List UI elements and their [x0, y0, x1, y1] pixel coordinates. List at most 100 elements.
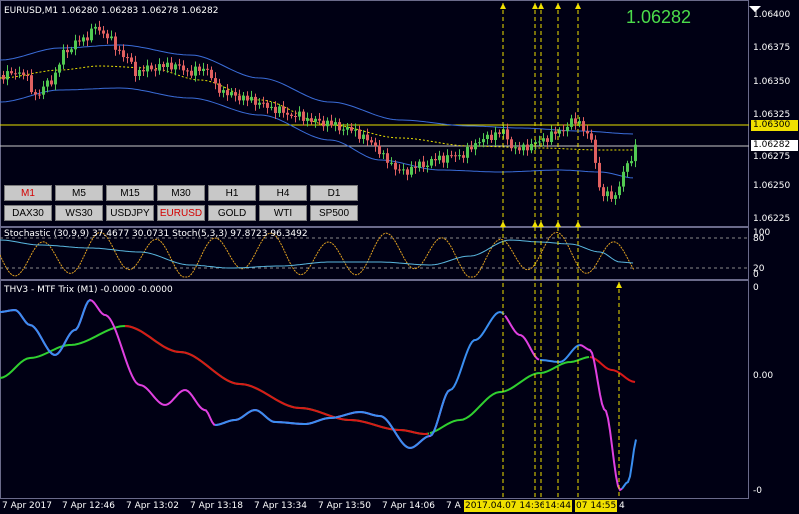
candle-body — [102, 30, 105, 34]
event-marker-arrow — [500, 221, 506, 227]
candle-body — [14, 73, 17, 75]
candle-body — [218, 83, 221, 93]
event-marker-arrow — [575, 221, 581, 227]
candle-body — [186, 70, 189, 72]
candle-body — [338, 122, 341, 131]
candle-body — [70, 49, 73, 53]
timeframe-button-h4[interactable]: H4 — [259, 185, 307, 201]
timeframe-button-h1[interactable]: H1 — [208, 185, 256, 201]
candle-body — [150, 65, 153, 70]
stoch-slow-line — [0, 239, 634, 269]
candle-body — [326, 120, 329, 127]
candle-body — [34, 92, 37, 95]
candle-body — [430, 159, 433, 166]
candle-body — [530, 144, 533, 151]
candle-body — [414, 166, 417, 168]
candle-body — [354, 129, 357, 131]
candle-body — [98, 26, 101, 31]
candle-body — [418, 161, 421, 168]
candle-body — [394, 162, 397, 170]
candle-body — [550, 131, 553, 142]
time-highlight: 14:44 — [544, 500, 572, 512]
candle-body — [146, 65, 149, 72]
candle-body — [506, 129, 509, 140]
candle-body — [46, 80, 49, 87]
candle-body — [370, 140, 373, 143]
candle-body — [586, 131, 589, 134]
trix-header: THV3 - MTF Trix (M1) -0.0000 -0.0000 — [4, 285, 173, 295]
candle-body — [498, 132, 501, 134]
timeframe-button-m5[interactable]: M5 — [55, 185, 103, 201]
candle-body — [230, 92, 233, 96]
candle-body — [6, 71, 9, 80]
candle-body — [474, 143, 477, 150]
time-tick: 7 Apr 12:46 — [62, 501, 115, 511]
candle-body — [2, 75, 5, 80]
candle-body — [210, 69, 213, 79]
candle-body — [566, 126, 569, 132]
symbol-button-gold[interactable]: GOLD — [208, 205, 256, 221]
candle-body — [278, 106, 281, 114]
candle-body — [270, 106, 273, 108]
symbol-button-eurusd[interactable]: EURUSD — [157, 205, 205, 221]
candle-body — [202, 68, 205, 71]
candle-body — [426, 165, 429, 167]
candle-body — [602, 187, 605, 197]
candle-body — [334, 122, 337, 126]
symbol-button-dax30[interactable]: DAX30 — [4, 205, 52, 221]
candle-body — [294, 116, 297, 117]
time-tick: 7 Apr 13:34 — [254, 501, 307, 511]
candle-body — [86, 37, 89, 41]
candle-body — [82, 37, 85, 42]
trix-fast-up-segment — [621, 439, 637, 490]
candle-body — [234, 92, 237, 96]
candle-body — [486, 134, 489, 139]
event-marker-arrow — [532, 3, 538, 9]
timeframe-button-m15[interactable]: M15 — [106, 185, 154, 201]
symbol-button-sp500[interactable]: SP500 — [310, 205, 358, 221]
candle-body — [10, 71, 13, 74]
candle-body — [358, 129, 361, 139]
candle-body — [478, 142, 481, 144]
candle-body — [306, 118, 309, 121]
candle-body — [110, 36, 113, 39]
candle-body — [126, 57, 129, 59]
timeframe-button-d1[interactable]: D1 — [310, 185, 358, 201]
candle-body — [26, 75, 29, 76]
trix-fast-down-segment — [0, 298, 451, 450]
event-marker-arrow — [500, 3, 506, 9]
candle-body — [154, 69, 157, 71]
symbol-button-usdjpy[interactable]: USDJPY — [106, 205, 154, 221]
stoch-tick: 80 — [753, 234, 765, 244]
candle-body — [622, 171, 625, 187]
candle-body — [442, 155, 445, 163]
time-tick: 7 Apr 13:02 — [126, 501, 179, 511]
trix-fast-up-segment — [539, 344, 581, 364]
candle-body — [134, 61, 137, 76]
trix-tick: -0 — [753, 486, 762, 496]
candle-body — [78, 40, 81, 42]
stoch-fast-line — [0, 231, 635, 278]
event-marker-arrow — [532, 221, 538, 227]
event-markers — [500, 3, 761, 499]
candle-body — [42, 86, 45, 95]
candle-body — [246, 95, 249, 101]
chart-drawing — [0, 3, 761, 499]
candle-body — [310, 118, 313, 122]
candle-body — [366, 134, 369, 141]
candle-body — [386, 153, 389, 163]
timeframe-button-m1[interactable]: M1 — [4, 185, 52, 201]
candle-body — [342, 129, 345, 131]
candle-body — [62, 49, 65, 65]
symbol-button-wti[interactable]: WTI — [259, 205, 307, 221]
symbol-button-ws30[interactable]: WS30 — [55, 205, 103, 221]
candle-body — [570, 118, 573, 127]
time-tick: 7 A — [446, 501, 461, 511]
candle-body — [286, 112, 289, 115]
candle-body — [190, 70, 193, 76]
lower-band — [0, 87, 634, 179]
timeframe-button-m30[interactable]: M30 — [157, 185, 205, 201]
candle-body — [214, 78, 217, 84]
current-price-display: 1.06282 — [626, 7, 692, 27]
candle-body — [614, 195, 617, 199]
